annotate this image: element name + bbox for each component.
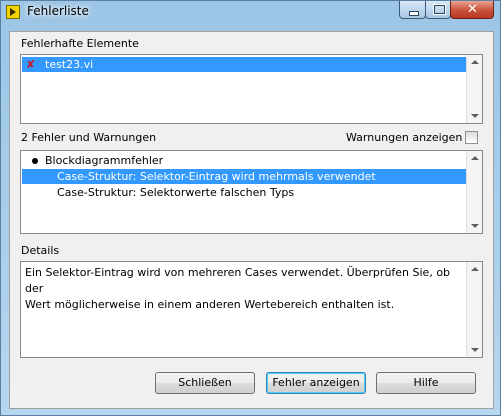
close-button[interactable]: Schließen: [155, 372, 255, 394]
bullet-icon: [32, 158, 38, 164]
minimize-button[interactable]: [399, 1, 426, 19]
list-item-label: test23.vi: [45, 58, 94, 71]
window-title: Fehlerliste: [27, 4, 89, 18]
maximize-icon: [433, 4, 446, 15]
erroneous-items-list[interactable]: ✘ test23.vi: [20, 54, 483, 124]
errors-section-label: Fehlerhafte Elemente: [21, 37, 139, 50]
list-item-error-2[interactable]: Case-Struktur: Selektorwerte falschen Ty…: [22, 185, 466, 200]
scroll-up-icon[interactable]: [471, 156, 479, 160]
scroll-down-icon[interactable]: [471, 114, 479, 118]
scroll-up-icon[interactable]: [471, 267, 479, 271]
minimize-icon: [409, 11, 419, 16]
title-bar[interactable]: Fehlerliste ✕: [1, 1, 500, 23]
maximize-button[interactable]: [425, 1, 451, 19]
vertical-scrollbar[interactable]: [466, 262, 482, 357]
help-button[interactable]: Hilfe: [376, 372, 476, 394]
close-icon: ✕: [467, 2, 478, 17]
details-text: Ein Selektor-Eintrag wird von mehreren C…: [25, 265, 465, 313]
group-item-blockdiagram[interactable]: Blockdiagrammfehler: [22, 153, 466, 168]
list-item-error-1[interactable]: Case-Struktur: Selektor-Eintrag wird meh…: [22, 169, 466, 184]
details-textbox[interactable]: Ein Selektor-Eintrag wird von mehreren C…: [20, 261, 483, 358]
vertical-scrollbar[interactable]: [466, 55, 482, 123]
close-window-button[interactable]: ✕: [450, 1, 494, 19]
show-warnings-checkbox[interactable]: [465, 131, 478, 144]
vertical-scrollbar[interactable]: [466, 151, 482, 233]
details-line-1: Ein Selektor-Eintrag wird von mehreren C…: [25, 266, 451, 295]
details-label: Details: [21, 244, 60, 257]
group-label: Blockdiagrammfehler: [45, 154, 164, 167]
dialog-body: Fehlerhafte Elemente ✘ test23.vi 2 Fehle…: [9, 31, 494, 409]
show-warnings-label[interactable]: Warnungen anzeigen: [346, 131, 462, 144]
details-line-2: Wert möglicherweise in einem anderen Wer…: [25, 298, 395, 311]
errors-warnings-list[interactable]: Blockdiagrammfehler Case-Struktur: Selek…: [20, 150, 483, 234]
warnings-section-label: 2 Fehler und Warnungen: [21, 131, 157, 144]
app-icon[interactable]: [6, 5, 20, 19]
error-x-icon: ✘: [26, 58, 36, 71]
scroll-up-icon[interactable]: [471, 60, 479, 64]
scroll-down-icon[interactable]: [471, 224, 479, 228]
list-item-label: Case-Struktur: Selektorwerte falschen Ty…: [57, 186, 295, 199]
list-item-label: Case-Struktur: Selektor-Eintrag wird meh…: [57, 170, 376, 183]
error-list-window: Fehlerliste ✕ Fehlerhafte Elemente ✘ tes…: [0, 0, 501, 416]
scroll-down-icon[interactable]: [471, 348, 479, 352]
show-error-button[interactable]: Fehler anzeigen: [266, 372, 366, 394]
list-item-test23[interactable]: ✘ test23.vi: [22, 57, 466, 72]
